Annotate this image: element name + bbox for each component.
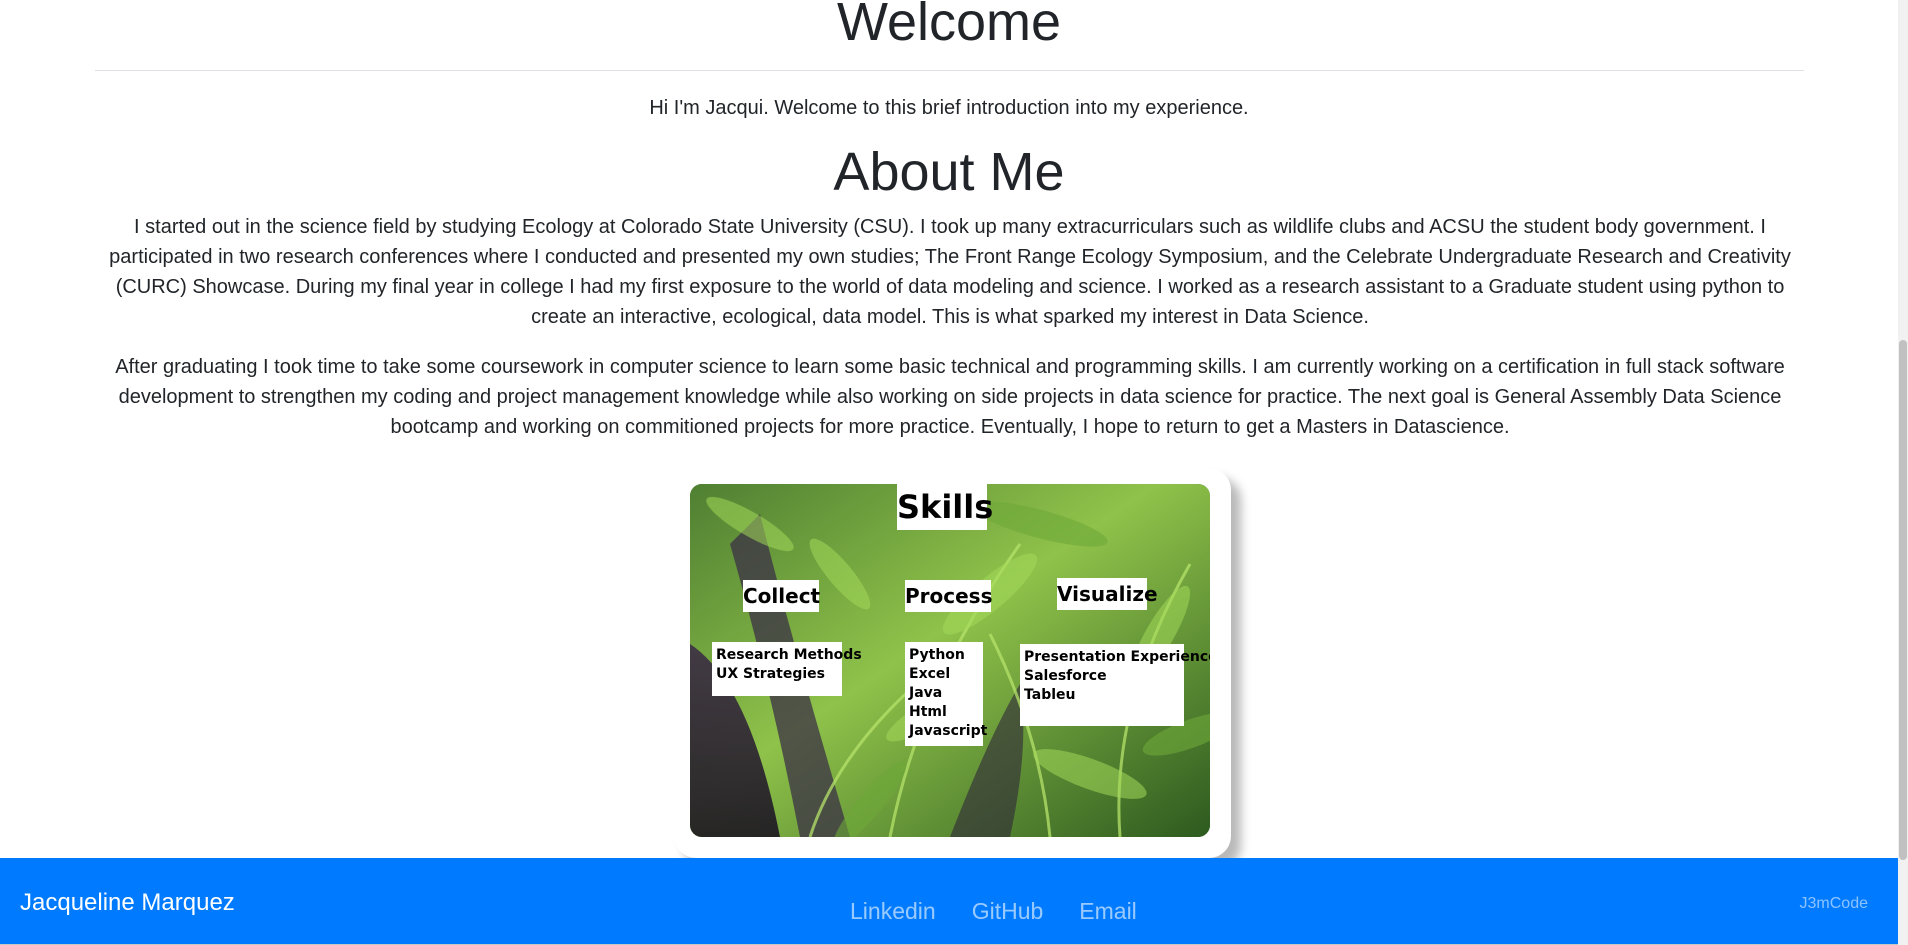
email-link[interactable]: Email: [1079, 896, 1137, 926]
collect-list: Research Methods UX Strategies: [712, 642, 862, 696]
list-item: Java: [909, 685, 943, 701]
process-list: Python Excel Java Html Javascript: [905, 642, 988, 746]
list-item: Tableu: [1024, 687, 1076, 703]
process-heading: Process: [905, 580, 993, 612]
github-link[interactable]: GitHub: [972, 896, 1044, 926]
skills-image: Skills Collect Process Visualize Researc…: [690, 484, 1210, 837]
list-item: Presentation Experience: [1024, 649, 1210, 665]
vertical-scrollbar[interactable]: [1898, 0, 1908, 945]
about-heading: About Me: [833, 142, 1065, 202]
intro-text: Hi I'm Jacqui. Welcome to this brief int…: [649, 97, 1249, 119]
list-item: Salesforce: [1024, 668, 1107, 684]
divider: [95, 70, 1804, 71]
scroll-thumb[interactable]: [1899, 340, 1907, 860]
list-item: Python: [909, 647, 965, 663]
footer-credit: J3mCode: [1799, 895, 1868, 912]
visualize-list: Presentation Experience Salesforce Table…: [1020, 644, 1210, 726]
collect-heading: Collect: [743, 580, 820, 612]
about-paragraph-1: I started out in the science field by st…: [109, 216, 1791, 328]
list-item: Html: [909, 704, 947, 720]
welcome-heading: Welcome: [836, 0, 1062, 52]
linkedin-link[interactable]: Linkedin: [850, 896, 936, 926]
list-item: Excel: [909, 666, 951, 682]
footer: Jacqueline Marquez Linkedin GitHub Email…: [0, 858, 1898, 944]
footer-brand[interactable]: Jacqueline Marquez: [20, 888, 235, 918]
list-item: Research Methods: [716, 647, 862, 663]
list-item: Javascript: [909, 723, 988, 739]
page-content: Welcome Hi I'm Jacqui. Welcome to this b…: [0, 0, 1898, 858]
visualize-heading: Visualize: [1057, 578, 1158, 610]
skills-title: Skills: [897, 484, 993, 530]
list-item: UX Strategies: [716, 666, 825, 682]
footer-links: Linkedin GitHub Email: [850, 896, 1137, 926]
about-paragraph-2: After graduating I took time to take som…: [115, 356, 1785, 438]
